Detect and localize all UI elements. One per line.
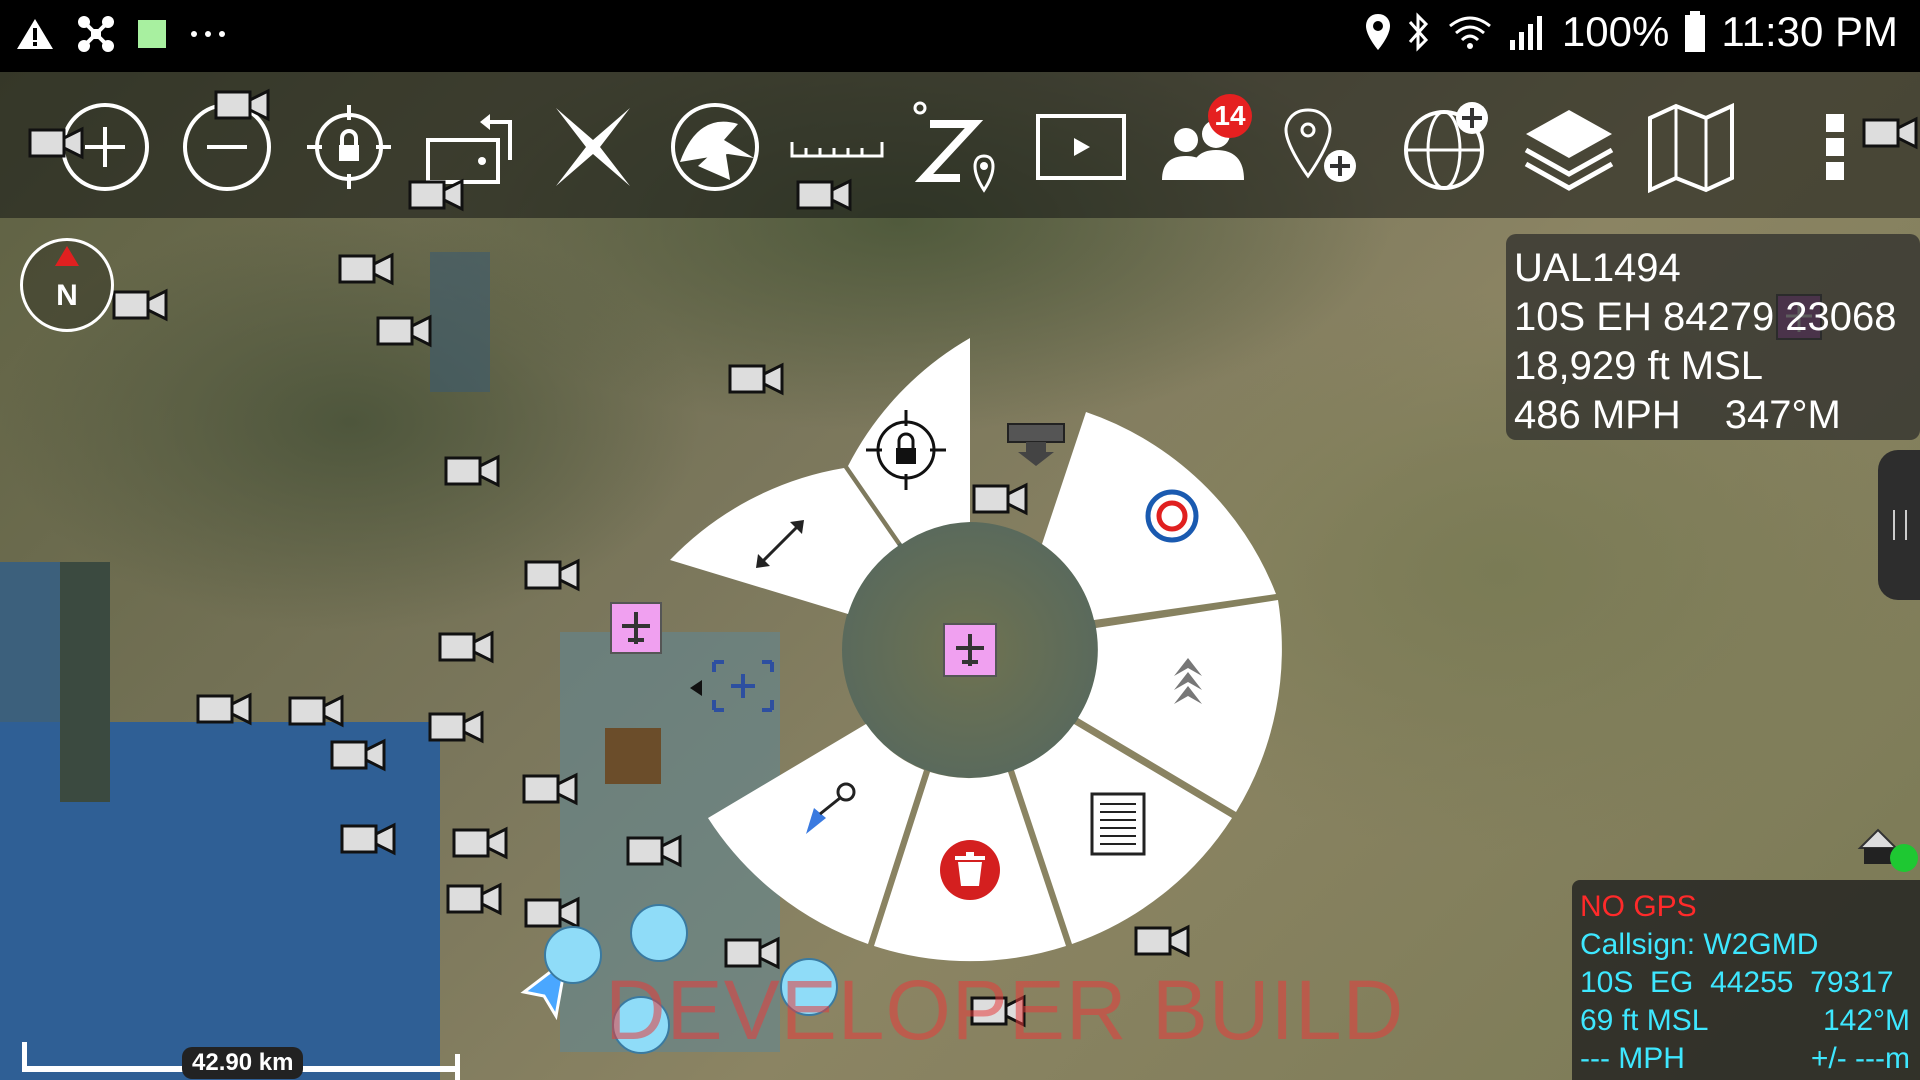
camera-marker[interactable] <box>330 738 386 772</box>
camera-marker[interactable] <box>452 826 508 860</box>
camera-marker[interactable] <box>28 126 84 160</box>
self-speed-row: --- MPH +/- ---m <box>1580 1040 1920 1078</box>
drone-icon <box>78 16 114 52</box>
close-x-icon[interactable] <box>546 100 640 194</box>
top-toolbar: 14 <box>0 72 1920 218</box>
camera-marker[interactable] <box>524 896 580 930</box>
camera-marker[interactable] <box>376 314 432 348</box>
self-heading: 142°M <box>1822 1004 1910 1037</box>
delete-icon <box>940 840 1000 900</box>
add-globe-icon[interactable] <box>1400 100 1494 194</box>
camera-marker[interactable] <box>524 558 580 592</box>
contacts-icon[interactable]: 14 <box>1156 94 1252 194</box>
developer-build-watermark: DEVELOPER BUILD <box>605 963 1405 1057</box>
camera-marker[interactable] <box>428 710 484 744</box>
battery-icon <box>1685 11 1706 52</box>
target-callsign: UAL1494 <box>1514 246 1681 290</box>
cone-icon[interactable] <box>668 100 762 194</box>
signal-icon <box>1509 16 1542 50</box>
self-alt-row: 69 ft MSL 142°M <box>1580 1002 1920 1040</box>
target-altitude: 18,929 ft MSL <box>1514 344 1764 388</box>
target-heading: 347°M <box>1724 393 1841 437</box>
tak-server-icon[interactable] <box>1856 818 1920 874</box>
scale-bar: 42.90 km <box>22 1042 460 1080</box>
camera-marker[interactable] <box>522 772 578 806</box>
battery-percent: 100% <box>1561 8 1670 55</box>
camera-marker[interactable] <box>338 252 394 286</box>
lock-target-icon[interactable] <box>302 100 396 194</box>
self-callsign-row: Callsign: W2GMD <box>1580 926 1920 964</box>
camera-marker[interactable] <box>112 288 168 322</box>
self-altitude: 69 ft MSL <box>1580 1004 1709 1037</box>
map-icon[interactable] <box>1644 100 1738 194</box>
status-bar: 100% 11:30 PM <box>0 0 1920 72</box>
clock: 11:30 PM <box>1721 8 1898 55</box>
camera-marker[interactable] <box>196 692 252 726</box>
camera-marker[interactable] <box>444 454 500 488</box>
camera-marker[interactable] <box>214 88 270 122</box>
layers-icon[interactable] <box>1522 100 1616 194</box>
target-speed-row: 486 MPH 347°M <box>1514 391 1920 440</box>
camera-marker[interactable] <box>288 694 344 728</box>
handle-grip <box>1893 510 1907 540</box>
camera-marker[interactable] <box>408 178 464 212</box>
self-accuracy: +/- ---m <box>1810 1042 1910 1075</box>
gps-status: NO GPS <box>1580 890 1697 923</box>
details-doc-icon <box>1090 792 1146 856</box>
self-grid-row: 10S EG 44255 79317 <box>1580 964 1920 1002</box>
blue-circle[interactable] <box>544 926 602 984</box>
reservoir <box>430 252 490 392</box>
route-z-icon[interactable] <box>912 100 1006 194</box>
land-patch <box>60 562 110 802</box>
radial-menu <box>670 338 1282 962</box>
compass[interactable]: N <box>20 238 114 332</box>
compass-label: N <box>56 279 78 312</box>
camera-marker[interactable] <box>446 882 502 916</box>
target-grid: 10S EH 84279 23068 <box>1514 295 1897 339</box>
camera-marker[interactable] <box>438 630 494 664</box>
self-speed: --- MPH <box>1580 1042 1685 1075</box>
self-callsign: Callsign: W2GMD <box>1580 928 1819 961</box>
radial-center-aircraft <box>943 623 997 677</box>
target-info-panel[interactable]: UAL1494 10S EH 84279 23068 18,929 ft MSL… <box>1506 234 1920 440</box>
camera-marker[interactable] <box>796 178 852 212</box>
bluetooth-icon <box>1408 12 1428 52</box>
contacts-badge: 14 <box>1208 94 1252 138</box>
video-player-icon[interactable] <box>1034 100 1128 194</box>
camera-marker[interactable] <box>340 822 396 856</box>
more-dots-icon <box>191 31 225 37</box>
side-drawer-handle[interactable] <box>1878 450 1920 600</box>
target-speed: 486 MPH <box>1514 393 1681 437</box>
scale-label: 42.90 km <box>182 1047 304 1079</box>
self-info-panel[interactable]: NO GPS Callsign: W2GMD 10S EG 44255 7931… <box>1572 880 1920 1080</box>
compass-north-arrow <box>55 246 79 266</box>
camera-marker[interactable] <box>1862 116 1918 150</box>
overflow-menu-icon[interactable] <box>1800 100 1870 194</box>
self-grid: 10S EG 44255 79317 <box>1580 966 1894 999</box>
location-icon <box>1365 14 1390 50</box>
add-point-icon[interactable] <box>1278 100 1372 194</box>
warning-icon <box>17 19 53 49</box>
green-square-icon <box>138 20 166 48</box>
wifi-icon <box>1448 16 1491 49</box>
